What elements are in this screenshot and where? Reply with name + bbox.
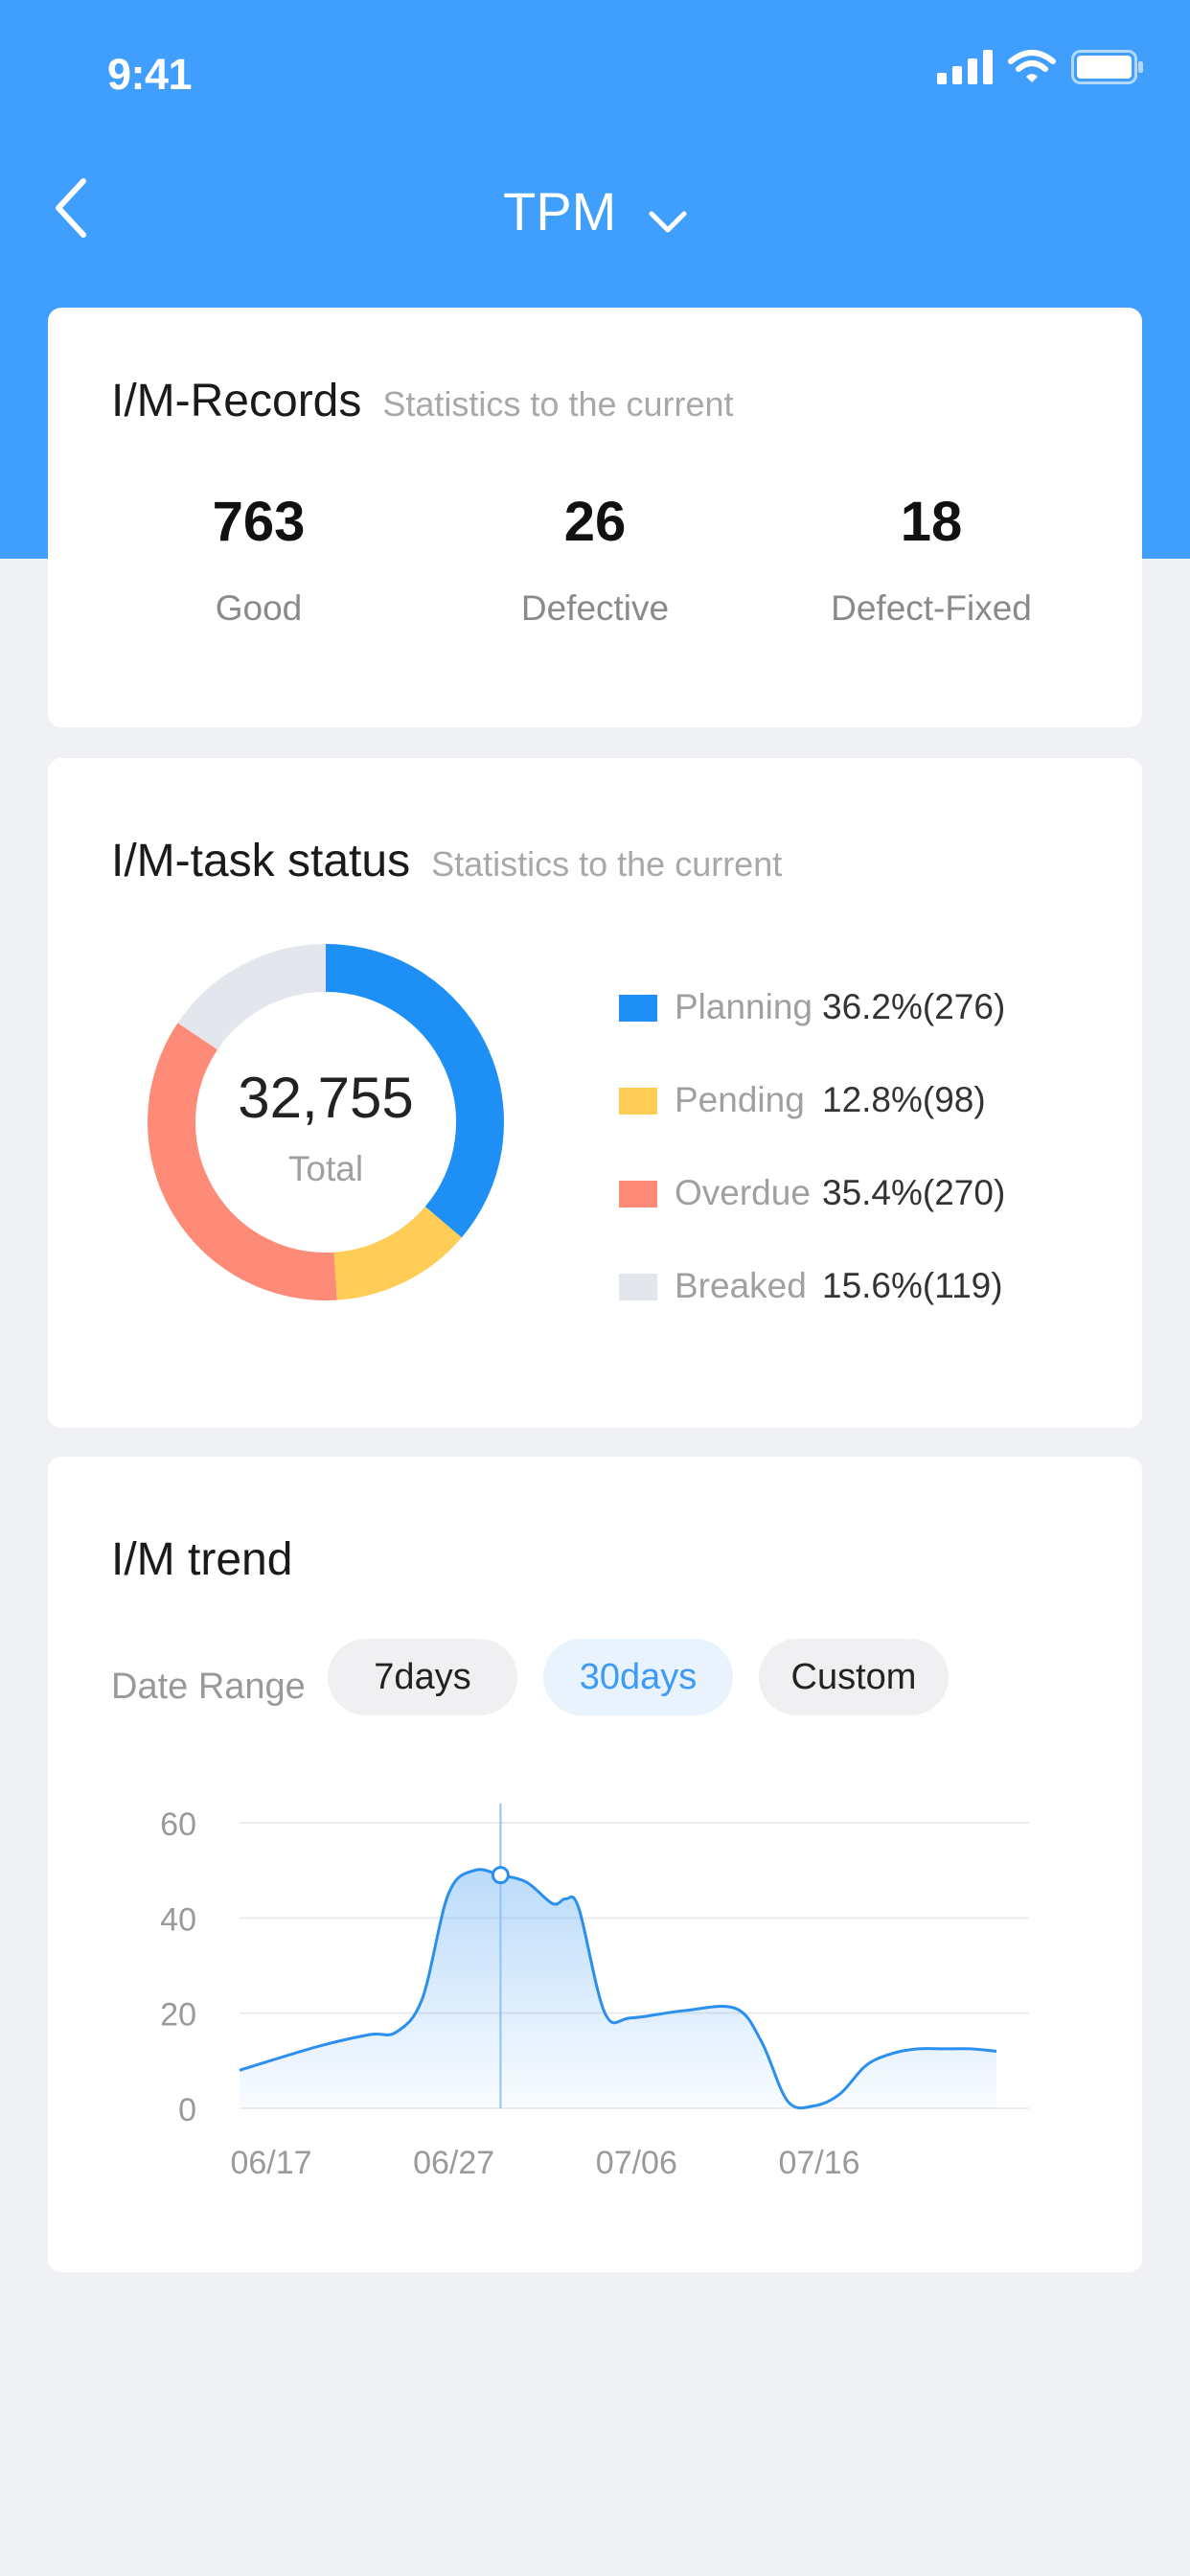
legend-value: 35.4%(270)	[822, 1173, 1006, 1212]
stat-defective: 26 Defective	[423, 490, 767, 629]
trend-area	[240, 1869, 996, 2108]
battery-icon	[1071, 49, 1144, 89]
donut-chart: 32,755 Total	[144, 940, 508, 1304]
date-range-label: Date Range	[111, 1667, 306, 1707]
x-tick-label: 07/06	[596, 2145, 677, 2181]
legend-value: 12.8%(98)	[822, 1080, 986, 1119]
x-tick-label: 07/16	[778, 2145, 859, 2181]
chevron-down-icon	[649, 185, 687, 247]
legend-swatch	[619, 1088, 657, 1115]
page-title: TPM	[503, 181, 617, 242]
highlight-point[interactable]	[491, 1866, 510, 1885]
stat-value: 26	[563, 491, 627, 553]
legend-name: Pending	[675, 1080, 805, 1119]
stat-value: 18	[900, 491, 963, 553]
task-status-heading: I/M-task status Statistics to the current	[111, 835, 782, 887]
task-status-title: I/M-task status	[111, 836, 411, 886]
donut-center: 32,755 Total	[144, 940, 508, 1304]
legend-value: 15.6%(119)	[822, 1266, 1003, 1305]
records-title: I/M-Records	[111, 376, 362, 426]
records-heading: I/M-Records Statistics to the current	[111, 375, 734, 427]
legend-item-overdue: Overdue 35.4%(270)	[619, 1164, 1117, 1222]
legend-item-planning: Planning 36.2%(276)	[619, 978, 1117, 1036]
legend-item-breaked: Breaked 15.6%(119)	[619, 1257, 1117, 1315]
records-subtitle: Statistics to the current	[382, 384, 734, 424]
status-time: 9:41	[107, 50, 193, 99]
task-status-card: I/M-task status Statistics to the current…	[48, 758, 1142, 1428]
legend-swatch	[619, 1181, 657, 1208]
trend-chart: 0 20 40 60 06/17 06/27 07/06 07/16	[160, 1804, 1029, 2181]
legend-value: 36.2%(276)	[822, 987, 1006, 1026]
records-card: I/M-Records Statistics to the current 763…	[48, 308, 1142, 727]
x-tick-label: 06/17	[230, 2145, 311, 2181]
stat-label: Good	[215, 588, 303, 628]
legend-name: Planning	[675, 987, 813, 1026]
y-tick-label: 40	[160, 1901, 196, 1938]
stat-label: Defective	[520, 588, 670, 628]
legend-item-pending: Pending 12.8%(98)	[619, 1071, 1117, 1129]
legend-name: Breaked	[675, 1266, 807, 1305]
status-icons	[937, 49, 1144, 89]
module-selector[interactable]: TPM	[0, 180, 1190, 247]
range-custom-button[interactable]: Custom	[759, 1639, 949, 1715]
task-status-subtitle: Statistics to the current	[431, 844, 783, 884]
stat-label: Defect-Fixed	[831, 588, 1032, 628]
legend-name: Overdue	[675, 1173, 811, 1212]
legend-swatch	[619, 1274, 657, 1300]
status-bar: 9:41	[0, 0, 1190, 144]
donut-total-value: 32,755	[238, 1066, 414, 1130]
range-30days-button[interactable]: 30days	[543, 1639, 733, 1715]
x-tick-label: 06/27	[413, 2145, 494, 2181]
donut-total-label: Total	[287, 1149, 364, 1188]
y-tick-label: 60	[160, 1806, 196, 1843]
trend-title: I/M trend	[111, 1534, 293, 1585]
cellular-signal-icon	[937, 49, 993, 89]
legend-swatch	[619, 995, 657, 1022]
stat-value: 763	[212, 491, 306, 553]
y-tick-label: 0	[178, 2092, 196, 2128]
stat-defect-fixed: 18 Defect-Fixed	[759, 490, 1104, 629]
y-tick-label: 20	[160, 1997, 196, 2034]
wifi-icon	[1008, 49, 1056, 89]
nav-bar: TPM	[0, 163, 1190, 259]
range-7days-button[interactable]: 7days	[328, 1639, 517, 1715]
stat-good: 763 Good	[86, 490, 431, 629]
trend-card: I/M trend Date Range 7days 30days Custom…	[48, 1457, 1142, 2272]
